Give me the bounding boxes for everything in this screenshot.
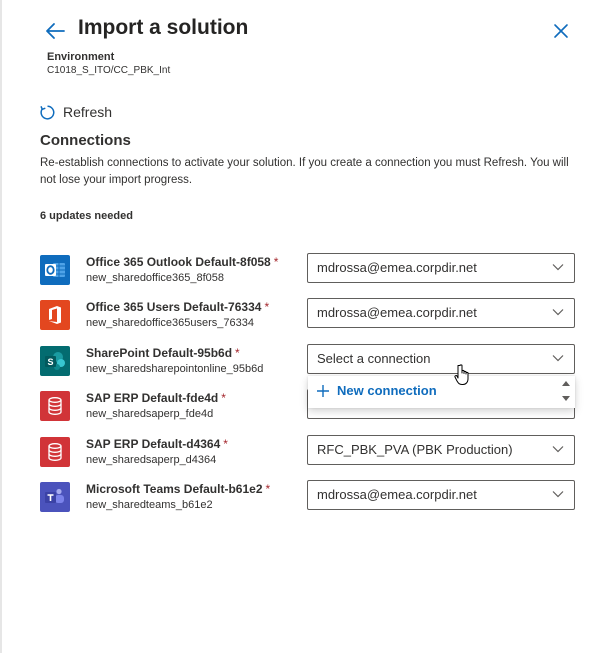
select-value: RFC_PBK_PVA (PBK Production) xyxy=(317,442,513,457)
chevron-down-icon xyxy=(552,309,564,316)
hand-cursor-icon xyxy=(454,364,469,385)
select-value: mdrossa@emea.corpdir.net xyxy=(317,260,477,275)
back-button[interactable] xyxy=(44,20,68,42)
select-value: mdrossa@emea.corpdir.net xyxy=(317,487,477,502)
connection-logical-name: new_sharedteams_b61e2 xyxy=(86,499,213,511)
connection-select-teams[interactable]: mdrossa@emea.corpdir.net xyxy=(307,480,575,510)
arrow-left-icon xyxy=(46,23,65,39)
panel-left-edge xyxy=(0,0,2,653)
chevron-down-icon xyxy=(552,355,564,362)
connection-dropdown-menu: New connection xyxy=(308,376,575,408)
connection-row-office365-users: Office 365 Users Default-76334 * new_shar… xyxy=(40,298,580,334)
connection-select-sharepoint[interactable]: Select a connection xyxy=(307,344,575,374)
database-icon xyxy=(40,437,70,467)
connection-logical-name: new_sharedoffice365_8f058 xyxy=(86,272,225,284)
outlook-icon xyxy=(40,255,70,285)
page-title: Import a solution xyxy=(78,16,249,39)
select-value: mdrossa@emea.corpdir.net xyxy=(317,305,477,320)
close-button[interactable] xyxy=(551,21,571,41)
chevron-down-icon xyxy=(552,446,564,453)
connection-name: SAP ERP Default-d4364 * xyxy=(86,437,228,451)
connection-row-sharepoint: S SharePoint Default-95b6d * new_sharedsh… xyxy=(40,344,580,380)
connections-heading: Connections xyxy=(40,132,131,149)
connection-logical-name: new_sharedsaperp_d4364 xyxy=(86,454,217,466)
connection-row-outlook: Office 365 Outlook Default-8f058 * new_sh… xyxy=(40,253,580,289)
connection-row-sap-erp-d4364: SAP ERP Default-d4364 * new_sharedsaperp_… xyxy=(40,435,580,471)
new-connection-option[interactable]: New connection xyxy=(316,383,437,398)
sharepoint-icon: S xyxy=(40,346,70,376)
connection-row-teams: Microsoft Teams Default-b61e2 * new_share… xyxy=(40,480,580,516)
new-connection-label: New connection xyxy=(337,383,437,398)
connection-logical-name: new_sharedsharepointonline_95b6d xyxy=(86,363,264,375)
connection-select-office365-users[interactable]: mdrossa@emea.corpdir.net xyxy=(307,298,575,328)
refresh-label: Refresh xyxy=(63,104,113,120)
office-icon xyxy=(40,300,70,330)
connection-logical-name: new_sharedsaperp_fde4d xyxy=(86,408,214,420)
refresh-icon xyxy=(40,104,55,119)
connection-select-outlook[interactable]: mdrossa@emea.corpdir.net xyxy=(307,253,575,283)
svg-text:S: S xyxy=(47,357,53,367)
connection-name: Microsoft Teams Default-b61e2 * xyxy=(86,482,271,496)
plus-icon xyxy=(317,384,329,397)
close-icon xyxy=(554,24,568,38)
connection-name: SAP ERP Default-fde4d * xyxy=(86,391,226,405)
environment-label: Environment xyxy=(47,51,115,63)
scroll-down-arrow-icon[interactable] xyxy=(562,396,570,402)
chevron-down-icon xyxy=(552,264,564,271)
updates-needed-count: 6 updates needed xyxy=(40,210,133,222)
chevron-down-icon xyxy=(552,491,564,498)
refresh-button[interactable]: Refresh xyxy=(39,102,112,122)
connection-select-sap-erp-d4364[interactable]: RFC_PBK_PVA (PBK Production) xyxy=(307,435,575,465)
connection-name: SharePoint Default-95b6d * xyxy=(86,346,240,360)
teams-icon xyxy=(40,482,70,512)
connection-name: Office 365 Outlook Default-8f058 * xyxy=(86,255,279,269)
select-placeholder: Select a connection xyxy=(317,351,431,366)
connection-name: Office 365 Users Default-76334 * xyxy=(86,300,270,314)
connections-description: Re-establish connections to activate you… xyxy=(40,157,569,186)
scroll-up-arrow-icon[interactable] xyxy=(562,380,570,386)
database-icon xyxy=(40,391,70,421)
connection-logical-name: new_sharedoffice365users_76334 xyxy=(86,317,254,329)
environment-value: C1018_S_ITO/CC_PBK_Int xyxy=(47,65,171,76)
